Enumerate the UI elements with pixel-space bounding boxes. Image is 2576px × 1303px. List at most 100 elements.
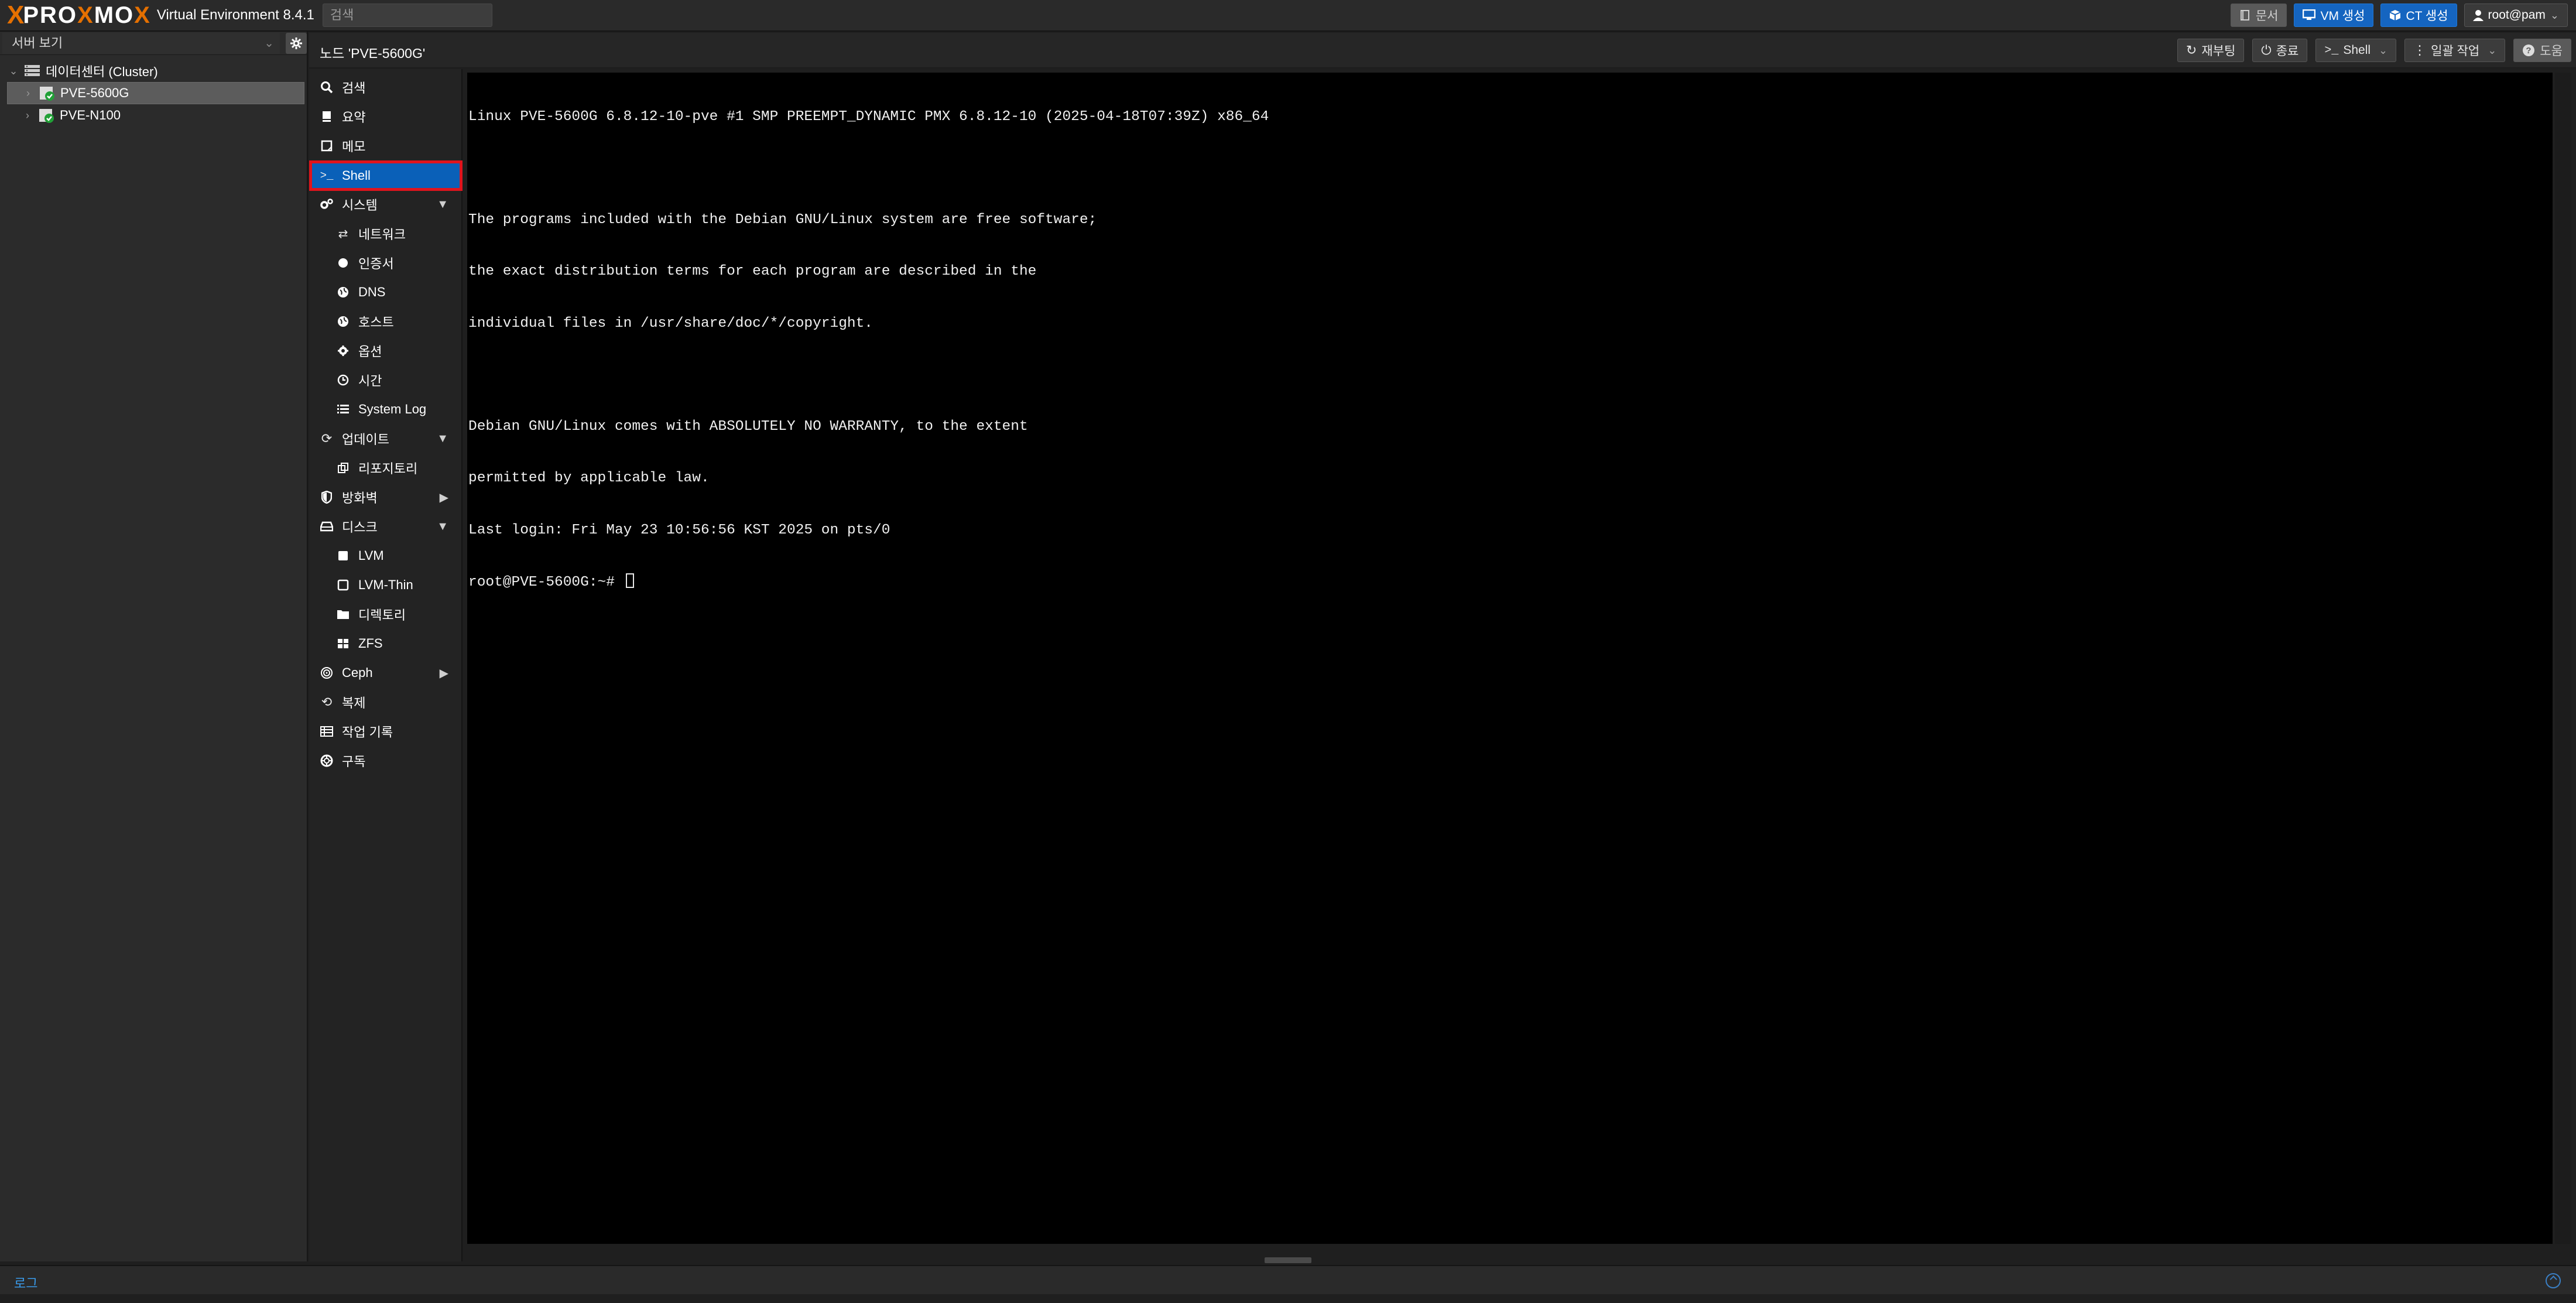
- menu-item-subscription[interactable]: 구독: [309, 747, 463, 774]
- menu-item-disks[interactable]: 디스크 ▼: [309, 513, 463, 540]
- svg-text:?: ?: [2526, 46, 2532, 56]
- terminal-line: Linux PVE-5600G 6.8.12-10-pve #1 SMP PRE…: [468, 108, 1269, 125]
- menu-item-options[interactable]: 옵션: [309, 337, 463, 364]
- hdd-icon: [320, 519, 334, 533]
- exchange-icon: ⇄: [338, 227, 348, 241]
- proxmox-logo: X PROXMOX: [0, 0, 151, 31]
- menu-item-hosts[interactable]: 호스트: [309, 308, 463, 335]
- menu-item-firewall[interactable]: 방화벽 ▶: [309, 484, 463, 511]
- chevron-down-icon: ⌄: [264, 36, 274, 50]
- tree-node-label: PVE-N100: [60, 108, 121, 122]
- menu-item-lvm[interactable]: LVM: [309, 542, 463, 569]
- expand-arrow-icon: ›: [26, 109, 29, 121]
- node-actions: ↻ 재부팅 ⏻ 종료 >_ Shell ⌄ ⋮ 일괄 작업 ⌄ ? 도움: [2177, 39, 2571, 62]
- menu-item-updates[interactable]: ⟳ 업데이트 ▼: [309, 425, 463, 452]
- terminal-line: permitted by applicable law.: [468, 470, 710, 487]
- shutdown-button[interactable]: ⏻ 종료: [2252, 39, 2308, 62]
- menu-item-task-history[interactable]: 작업 기록: [309, 718, 463, 745]
- bulk-actions-button[interactable]: ⋮ 일괄 작업 ⌄: [2404, 39, 2506, 62]
- shell-terminal[interactable]: Linux PVE-5600G 6.8.12-10-pve #1 SMP PRE…: [467, 73, 2553, 1244]
- folder-icon: [336, 607, 350, 621]
- question-icon: ?: [2523, 45, 2535, 56]
- create-ct-label: CT 생성: [2406, 9, 2448, 23]
- tree-node-label: PVE-5600G: [60, 86, 129, 100]
- search-icon: [320, 80, 334, 94]
- menu-item-label: 구독: [342, 754, 366, 769]
- terminal-line: the exact distribution terms for each pr…: [468, 264, 1037, 280]
- menu-item-notes[interactable]: 메모: [309, 132, 463, 159]
- square-outline-icon: [336, 578, 350, 592]
- search-input[interactable]: 검색: [322, 4, 492, 27]
- menu-item-ceph[interactable]: Ceph ▶: [309, 659, 463, 686]
- gear-icon: [290, 37, 302, 49]
- menu-item-syslog[interactable]: System Log: [309, 396, 463, 423]
- caret-down-icon: ▼: [437, 197, 448, 211]
- square-icon: [336, 549, 350, 563]
- header-actions: 문서 VM 생성 CT 생성 root@pam ⌄: [2230, 4, 2568, 27]
- user-menu-button[interactable]: root@pam ⌄: [2464, 4, 2568, 27]
- view-selector-bar: 서버 보기 ⌄: [0, 32, 307, 55]
- view-select[interactable]: 서버 보기 ⌄: [2, 32, 280, 54]
- menu-item-replication[interactable]: ⟲ 복제: [309, 689, 463, 716]
- menu-item-shell[interactable]: >_ Shell: [309, 160, 463, 191]
- book-icon: [320, 110, 334, 124]
- create-vm-button[interactable]: VM 생성: [2294, 4, 2374, 27]
- terminal-output: Linux PVE-5600G 6.8.12-10-pve #1 SMP PRE…: [468, 74, 1269, 625]
- menu-item-system[interactable]: 시스템 ▼: [309, 191, 463, 218]
- collapse-arrow-icon: ⌄: [9, 64, 18, 77]
- chevron-down-icon: ⌄: [2379, 44, 2388, 56]
- menu-item-zfs[interactable]: ZFS: [309, 630, 463, 657]
- ellipsis-vertical-icon: ⋮: [2413, 43, 2427, 57]
- globe-icon: [336, 285, 350, 299]
- menu-item-label: 시스템: [342, 198, 378, 213]
- shell-label: Shell: [2343, 43, 2371, 57]
- terminal-resize-handle[interactable]: [1265, 1257, 1311, 1263]
- menu-item-label: 요약: [342, 110, 366, 125]
- terminal-scroll-gutter: [2555, 73, 2571, 1244]
- menu-item-summary[interactable]: 요약: [309, 103, 463, 130]
- menu-item-certificates[interactable]: 인증서: [309, 249, 463, 276]
- menu-item-search[interactable]: 검색: [309, 74, 463, 101]
- tree-node-pve-5600g[interactable]: › PVE-5600G: [7, 82, 304, 104]
- node-online-icon: [40, 87, 54, 101]
- menu-item-label: System Log: [358, 402, 427, 416]
- bulk-actions-label: 일괄 작업: [2431, 45, 2480, 58]
- menu-item-label: 검색: [342, 81, 366, 95]
- menu-item-repositories[interactable]: 리포지토리: [309, 454, 463, 481]
- power-icon: ⏻: [2261, 43, 2272, 57]
- proxmox-window: { "header": { "logo_x": "X", "logo_text_…: [0, 0, 2576, 1303]
- th-large-icon: [336, 637, 350, 651]
- terminal-line: The programs included with the Debian GN…: [468, 212, 1097, 228]
- reload-icon: ↻: [2186, 43, 2197, 57]
- shutdown-label: 종료: [2276, 45, 2299, 58]
- menu-item-label: Ceph: [342, 665, 373, 680]
- menu-item-lvm-thin[interactable]: LVM-Thin: [309, 572, 463, 599]
- menu-item-network[interactable]: ⇄ 네트워크: [309, 220, 463, 247]
- tree-settings-button[interactable]: [286, 32, 307, 54]
- tree-node-pve-n100[interactable]: › PVE-N100: [0, 104, 307, 126]
- log-tab[interactable]: 로그: [14, 1273, 37, 1292]
- logo-x-mark: X: [7, 1, 24, 29]
- logo-wordmark-part: X: [134, 2, 151, 28]
- caret-right-icon: ▶: [439, 491, 448, 504]
- menu-item-dns[interactable]: DNS: [309, 279, 463, 306]
- help-button[interactable]: ? 도움: [2513, 39, 2571, 62]
- reboot-button[interactable]: ↻ 재부팅: [2177, 39, 2245, 62]
- create-ct-button[interactable]: CT 생성: [2380, 4, 2457, 27]
- menu-item-label: LVM-Thin: [358, 577, 413, 592]
- menu-item-directory[interactable]: 디렉토리: [309, 601, 463, 628]
- shell-button[interactable]: >_ Shell ⌄: [2315, 39, 2397, 62]
- table-list-icon: [320, 724, 334, 738]
- expand-log-icon[interactable]: [2546, 1273, 2561, 1288]
- node-title: 노드 'PVE-5600G': [320, 46, 426, 61]
- menu-item-label: Shell: [342, 168, 371, 183]
- files-icon: [336, 461, 350, 475]
- tree-datacenter[interactable]: ⌄ 데이터센터 (Cluster): [0, 60, 307, 82]
- docs-button[interactable]: 문서: [2230, 4, 2287, 27]
- node-online-icon: [39, 109, 54, 123]
- note-icon: [320, 139, 334, 153]
- certificate-icon: [336, 256, 350, 270]
- menu-item-time[interactable]: 시간: [309, 367, 463, 394]
- datacenter-icon: [25, 65, 40, 76]
